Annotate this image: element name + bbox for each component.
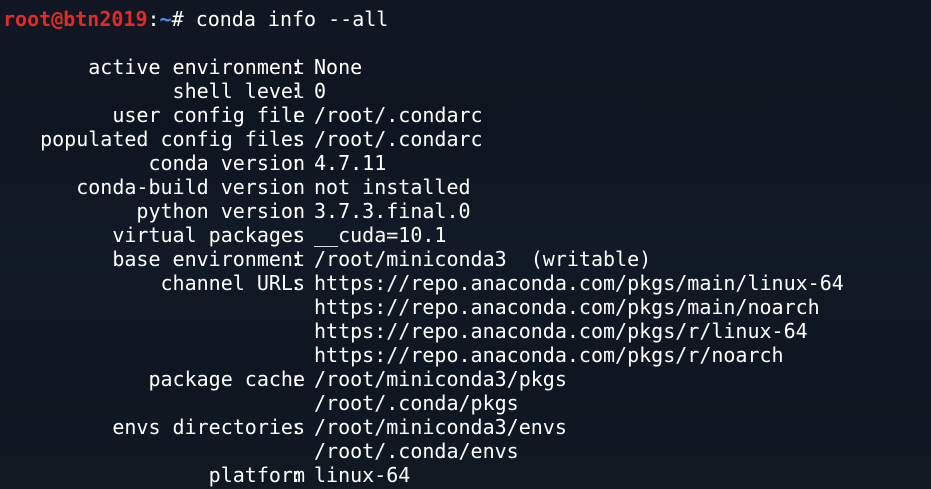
info-key: shell level [172,79,305,103]
info-key: package cache [148,367,305,391]
info-row: platform: linux-64 [0,463,931,487]
info-value: /root/.conda/envs [314,439,519,463]
info-row: virtual packages: __cuda=10.1 [0,223,931,247]
info-value: /root/.conda/pkgs [314,391,519,415]
info-row: active environment: None [0,55,931,79]
info-key: populated config files [40,127,305,151]
info-value: None [314,55,363,79]
info-value: /root/miniconda3/pkgs [314,367,567,391]
info-colon: : [290,367,303,391]
info-row: https://repo.anaconda.com/pkgs/r/noarch [0,343,931,367]
info-value: 4.7.11 [314,151,387,175]
info-row: user config file: /root/.condarc [0,103,931,127]
info-row: populated config files: /root/.condarc [0,127,931,151]
info-key: envs directories [112,415,305,439]
info-value: __cuda=10.1 [314,223,447,247]
prompt-symbol: # [171,7,196,31]
info-value: /root/.condarc [314,103,483,127]
info-value: https://repo.anaconda.com/pkgs/main/linu… [314,271,844,295]
info-row: /root/.conda/envs [0,439,931,463]
info-colon: : [290,175,303,199]
info-colon: : [290,247,303,271]
info-row: https://repo.anaconda.com/pkgs/r/linux-6… [0,319,931,343]
info-value: /root/miniconda3 (writable) [314,247,652,271]
info-colon: : [290,127,303,151]
info-value: https://repo.anaconda.com/pkgs/main/noar… [314,295,820,319]
info-value: https://repo.anaconda.com/pkgs/r/noarch [314,343,784,367]
info-colon: : [290,223,303,247]
info-row: channel URLs: https://repo.anaconda.com/p… [0,271,931,295]
info-key: base environment [112,247,305,271]
info-key: conda-build version [76,175,305,199]
info-key: conda version [148,151,305,175]
info-colon: : [290,415,303,439]
info-key: user config file [112,103,305,127]
info-row: python version:3.7.3.final.0 [0,199,931,223]
info-key: channel URLs [160,271,306,295]
info-row: base environment: /root/miniconda3 (writa… [0,247,931,271]
info-colon: : [290,79,303,103]
info-colon: : [290,463,303,487]
info-value: 0 [314,79,327,103]
prompt-path: ~ [159,7,172,31]
info-colon: : [290,55,303,79]
info-colon: : [290,271,303,295]
info-key: virtual packages [112,223,305,247]
info-colon: : [290,199,303,223]
info-value: /root/miniconda3/envs [314,415,567,439]
info-key: active environment [88,55,305,79]
info-row: conda version:4.7.11 [0,151,931,175]
prompt-user-host: root@btn2019 [3,7,148,31]
info-row: conda-build version: not installed [0,175,931,199]
info-value: linux-64 [314,463,411,487]
info-row: envs directories: /root/miniconda3/envs [0,415,931,439]
info-row: shell level:0 [0,79,931,103]
info-colon: : [290,151,303,175]
info-value: /root/.condarc [314,127,483,151]
info-key: python version [136,199,305,223]
info-row: https://repo.anaconda.com/pkgs/main/noar… [0,295,931,319]
info-value: not installed [314,175,471,199]
prompt-separator: : [147,7,160,31]
info-row: /root/.conda/pkgs [0,391,931,415]
command-text: conda info --all [195,7,389,31]
info-value: 3.7.3.final.0 [314,199,471,223]
info-colon: : [290,103,303,127]
info-row: package cache: /root/miniconda3/pkgs [0,367,931,391]
terminal-window[interactable]: root@btn2019:~# conda info --all active … [0,0,931,489]
prompt-line: root@btn2019:~# conda info --all [3,7,388,31]
info-value: https://repo.anaconda.com/pkgs/r/linux-6… [314,319,808,343]
